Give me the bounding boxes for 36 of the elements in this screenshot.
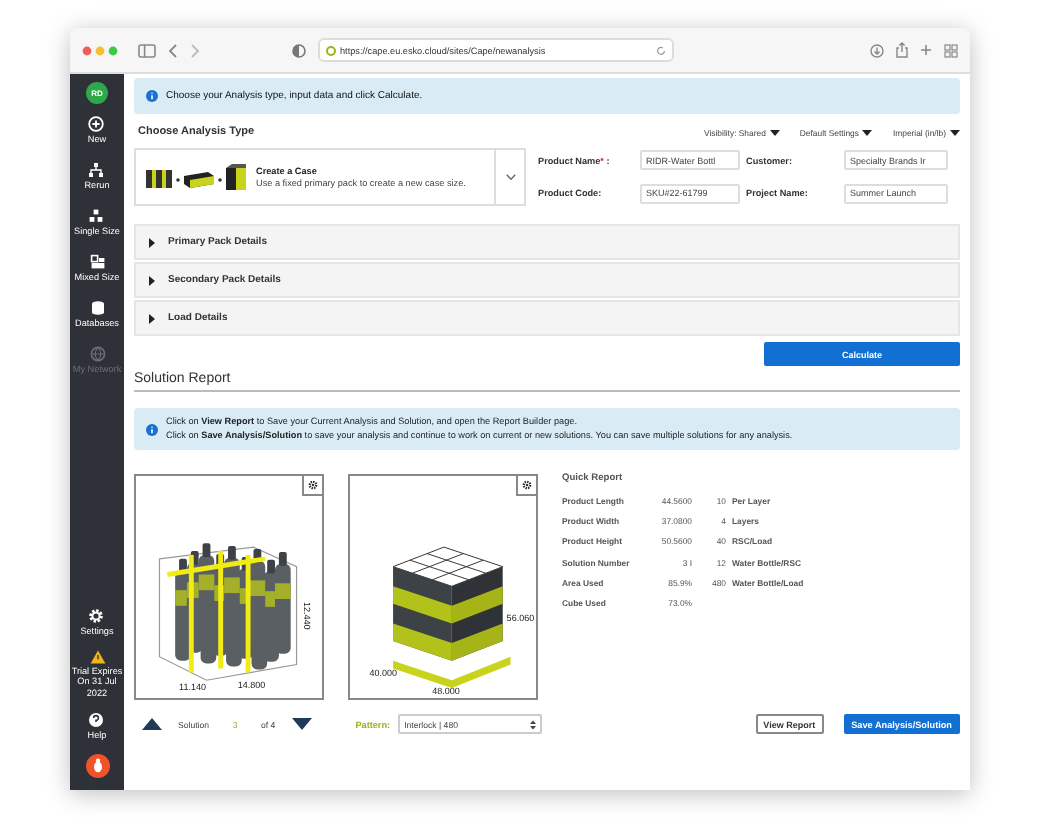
warning-icon (89, 649, 105, 663)
stack-icon (88, 208, 105, 224)
share-icon[interactable] (896, 42, 908, 58)
settings-button[interactable] (302, 476, 322, 497)
next-solution-button[interactable] (291, 718, 312, 731)
forward-icon[interactable] (190, 43, 200, 57)
gear-icon (522, 480, 532, 491)
caret-icon (950, 129, 960, 135)
reload-icon[interactable] (656, 45, 666, 55)
info-icon (146, 423, 158, 436)
feedback-icon[interactable] (85, 754, 109, 778)
bottle-case-drawing (158, 543, 298, 682)
pack-flow-drawing (146, 163, 246, 191)
boxes-icon (89, 254, 105, 270)
hierarchy-icon (88, 162, 105, 178)
chevron-down-icon (505, 174, 515, 180)
tabs-grid-icon[interactable] (944, 43, 958, 57)
updown-icon (530, 719, 537, 730)
back-icon[interactable] (168, 43, 178, 57)
settings-button[interactable] (516, 476, 536, 497)
site-icon (326, 45, 336, 55)
settings-icon (88, 607, 105, 623)
database-icon (89, 300, 105, 316)
privacy-icon[interactable] (292, 43, 306, 57)
info-icon (146, 90, 158, 102)
previous-solution-button[interactable] (142, 718, 162, 731)
help-icon (88, 712, 105, 728)
plus-circle-icon (88, 116, 105, 132)
globe-icon (89, 346, 105, 362)
caret-icon (862, 129, 873, 135)
download-icon[interactable] (870, 43, 884, 57)
caret-icon (769, 129, 780, 135)
sidebar-toggle-icon[interactable] (138, 43, 156, 57)
window-controls-icon[interactable] (82, 45, 118, 55)
gear-icon (308, 480, 318, 491)
plus-icon[interactable] (920, 44, 932, 56)
